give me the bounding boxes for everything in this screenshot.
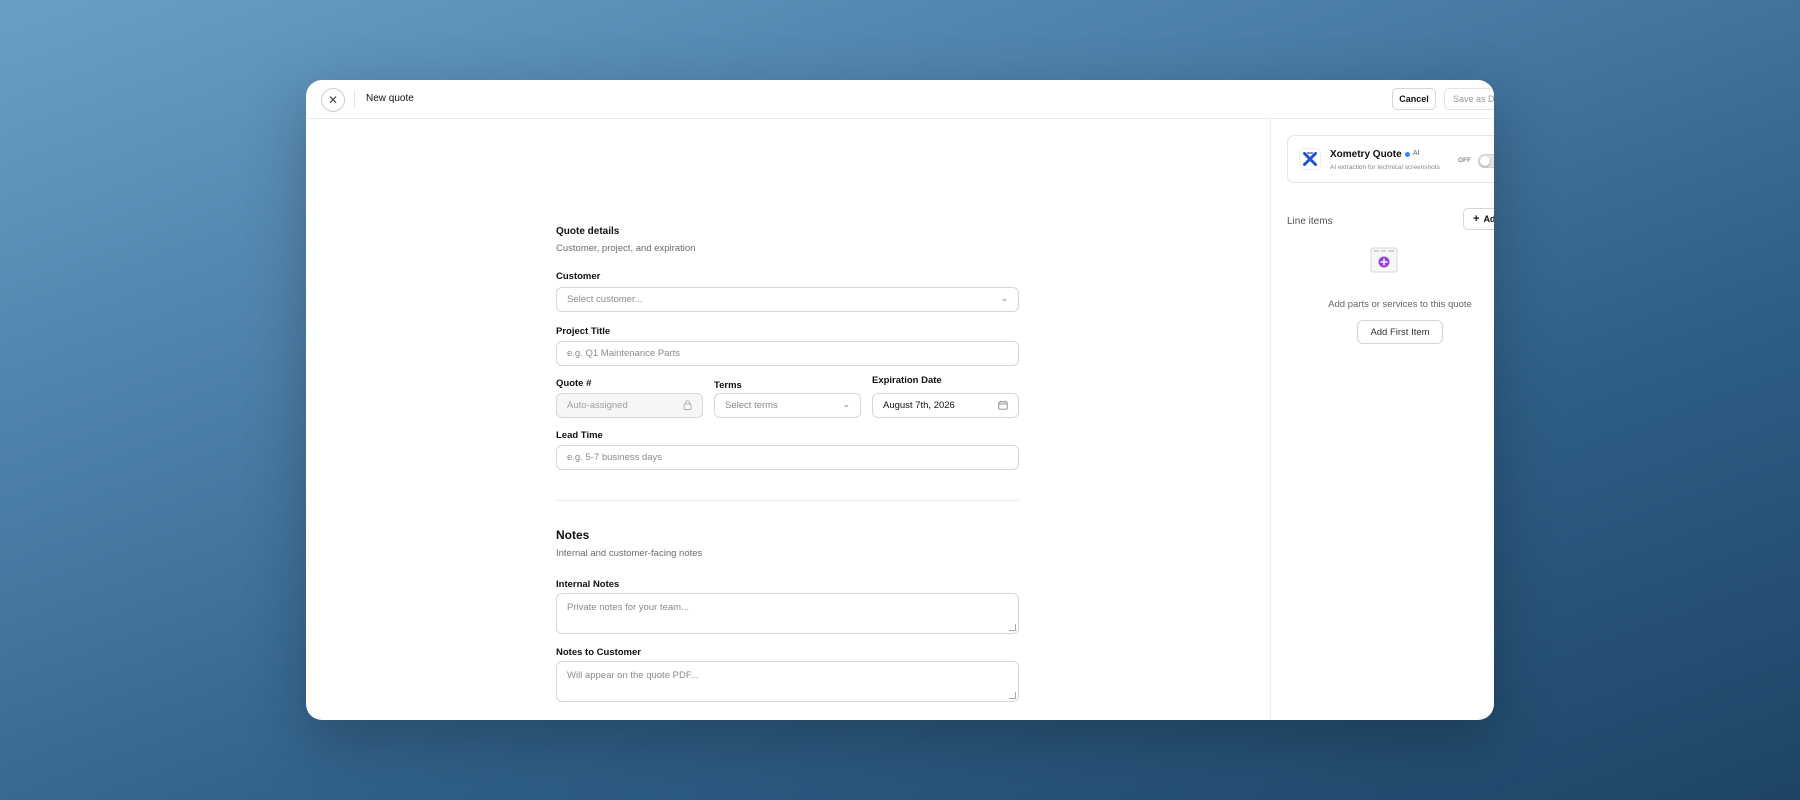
quote-details-title: Quote details xyxy=(556,226,620,237)
terms-label: Terms xyxy=(714,380,742,391)
terms-select[interactable]: Select terms ⌄ xyxy=(714,393,861,418)
calendar-icon xyxy=(998,400,1008,413)
expiration-date-label: Expiration Date xyxy=(872,375,942,386)
header-divider xyxy=(354,90,355,109)
section-divider xyxy=(556,500,1019,501)
terms-placeholder: Select terms xyxy=(725,400,778,411)
add-first-item-button[interactable]: Add First Item xyxy=(1357,320,1443,344)
add-item-empty-icon xyxy=(1369,246,1399,274)
customer-notes-label: Notes to Customer xyxy=(556,647,641,658)
line-items-panel: Xometry Quote AI AI extraction for techn… xyxy=(1270,119,1494,720)
expiration-date-picker[interactable]: August 7th, 2026 xyxy=(872,393,1019,418)
lead-time-placeholder: e.g. 5-7 business days xyxy=(567,452,663,463)
notes-title: Notes xyxy=(556,528,590,542)
new-quote-modal: ✕ New quote Cancel Save as Dra Quote det… xyxy=(306,80,1494,720)
quote-number-placeholder: Auto-assigned xyxy=(567,400,628,411)
add-line-item-label: Ad xyxy=(1483,214,1494,224)
lead-time-input[interactable]: e.g. 5-7 business days xyxy=(556,445,1019,470)
integration-description: AI extraction for technical screenshots xyxy=(1330,164,1440,171)
internal-notes-label: Internal Notes xyxy=(556,579,620,590)
resize-handle[interactable] xyxy=(1009,624,1016,631)
chevron-down-icon: ⌄ xyxy=(842,400,850,410)
save-as-draft-button[interactable]: Save as Dra xyxy=(1444,88,1494,110)
modal-title: New quote xyxy=(366,93,414,104)
add-line-item-button[interactable]: + Ad xyxy=(1463,208,1494,230)
customer-label: Customer xyxy=(556,271,601,282)
customer-select[interactable]: Select customer... ⌄ xyxy=(556,287,1019,312)
lock-icon xyxy=(683,400,692,413)
internal-notes-placeholder: Private notes for your team... xyxy=(567,602,689,613)
project-title-placeholder: e.g. Q1 Maintenance Parts xyxy=(567,348,681,359)
expiration-date-value: August 7th, 2026 xyxy=(883,400,955,411)
lead-time-label: Lead Time xyxy=(556,430,603,441)
customer-notes-placeholder: Will appear on the quote PDF... xyxy=(567,670,699,681)
line-items-label: Line items xyxy=(1287,216,1333,227)
resize-handle[interactable] xyxy=(1009,692,1016,699)
project-title-label: Project Title xyxy=(556,326,611,337)
toggle-knob xyxy=(1480,156,1490,166)
xometry-integration-card: Xometry Quote AI AI extraction for techn… xyxy=(1287,135,1494,183)
close-icon: ✕ xyxy=(327,93,339,107)
chevron-down-icon: ⌄ xyxy=(1000,294,1008,304)
ai-status-dot xyxy=(1405,152,1410,157)
customer-notes-textarea[interactable]: Will appear on the quote PDF... xyxy=(556,661,1019,702)
integration-toggle[interactable] xyxy=(1478,154,1494,168)
ai-badge: AI xyxy=(1413,150,1420,157)
modal-header: ✕ New quote Cancel Save as Dra xyxy=(306,80,1494,119)
close-button[interactable]: ✕ xyxy=(321,88,345,112)
project-title-input[interactable]: e.g. Q1 Maintenance Parts xyxy=(556,341,1019,366)
xometry-logo-icon xyxy=(1299,148,1321,170)
quote-details-subtitle: Customer, project, and expiration xyxy=(556,243,696,254)
empty-state-text: Add parts or services to this quote xyxy=(1328,299,1472,310)
toggle-state-label: OFF xyxy=(1458,157,1471,164)
customer-placeholder: Select customer... xyxy=(567,294,643,305)
internal-notes-textarea[interactable]: Private notes for your team... xyxy=(556,593,1019,634)
integration-name: Xometry Quote xyxy=(1330,149,1402,160)
plus-icon: + xyxy=(1473,213,1480,225)
quote-number-input: Auto-assigned xyxy=(556,393,703,418)
cancel-button[interactable]: Cancel xyxy=(1392,88,1436,110)
quote-number-label: Quote # xyxy=(556,378,592,389)
form-area: Quote details Customer, project, and exp… xyxy=(306,119,1270,720)
notes-subtitle: Internal and customer-facing notes xyxy=(556,548,703,559)
